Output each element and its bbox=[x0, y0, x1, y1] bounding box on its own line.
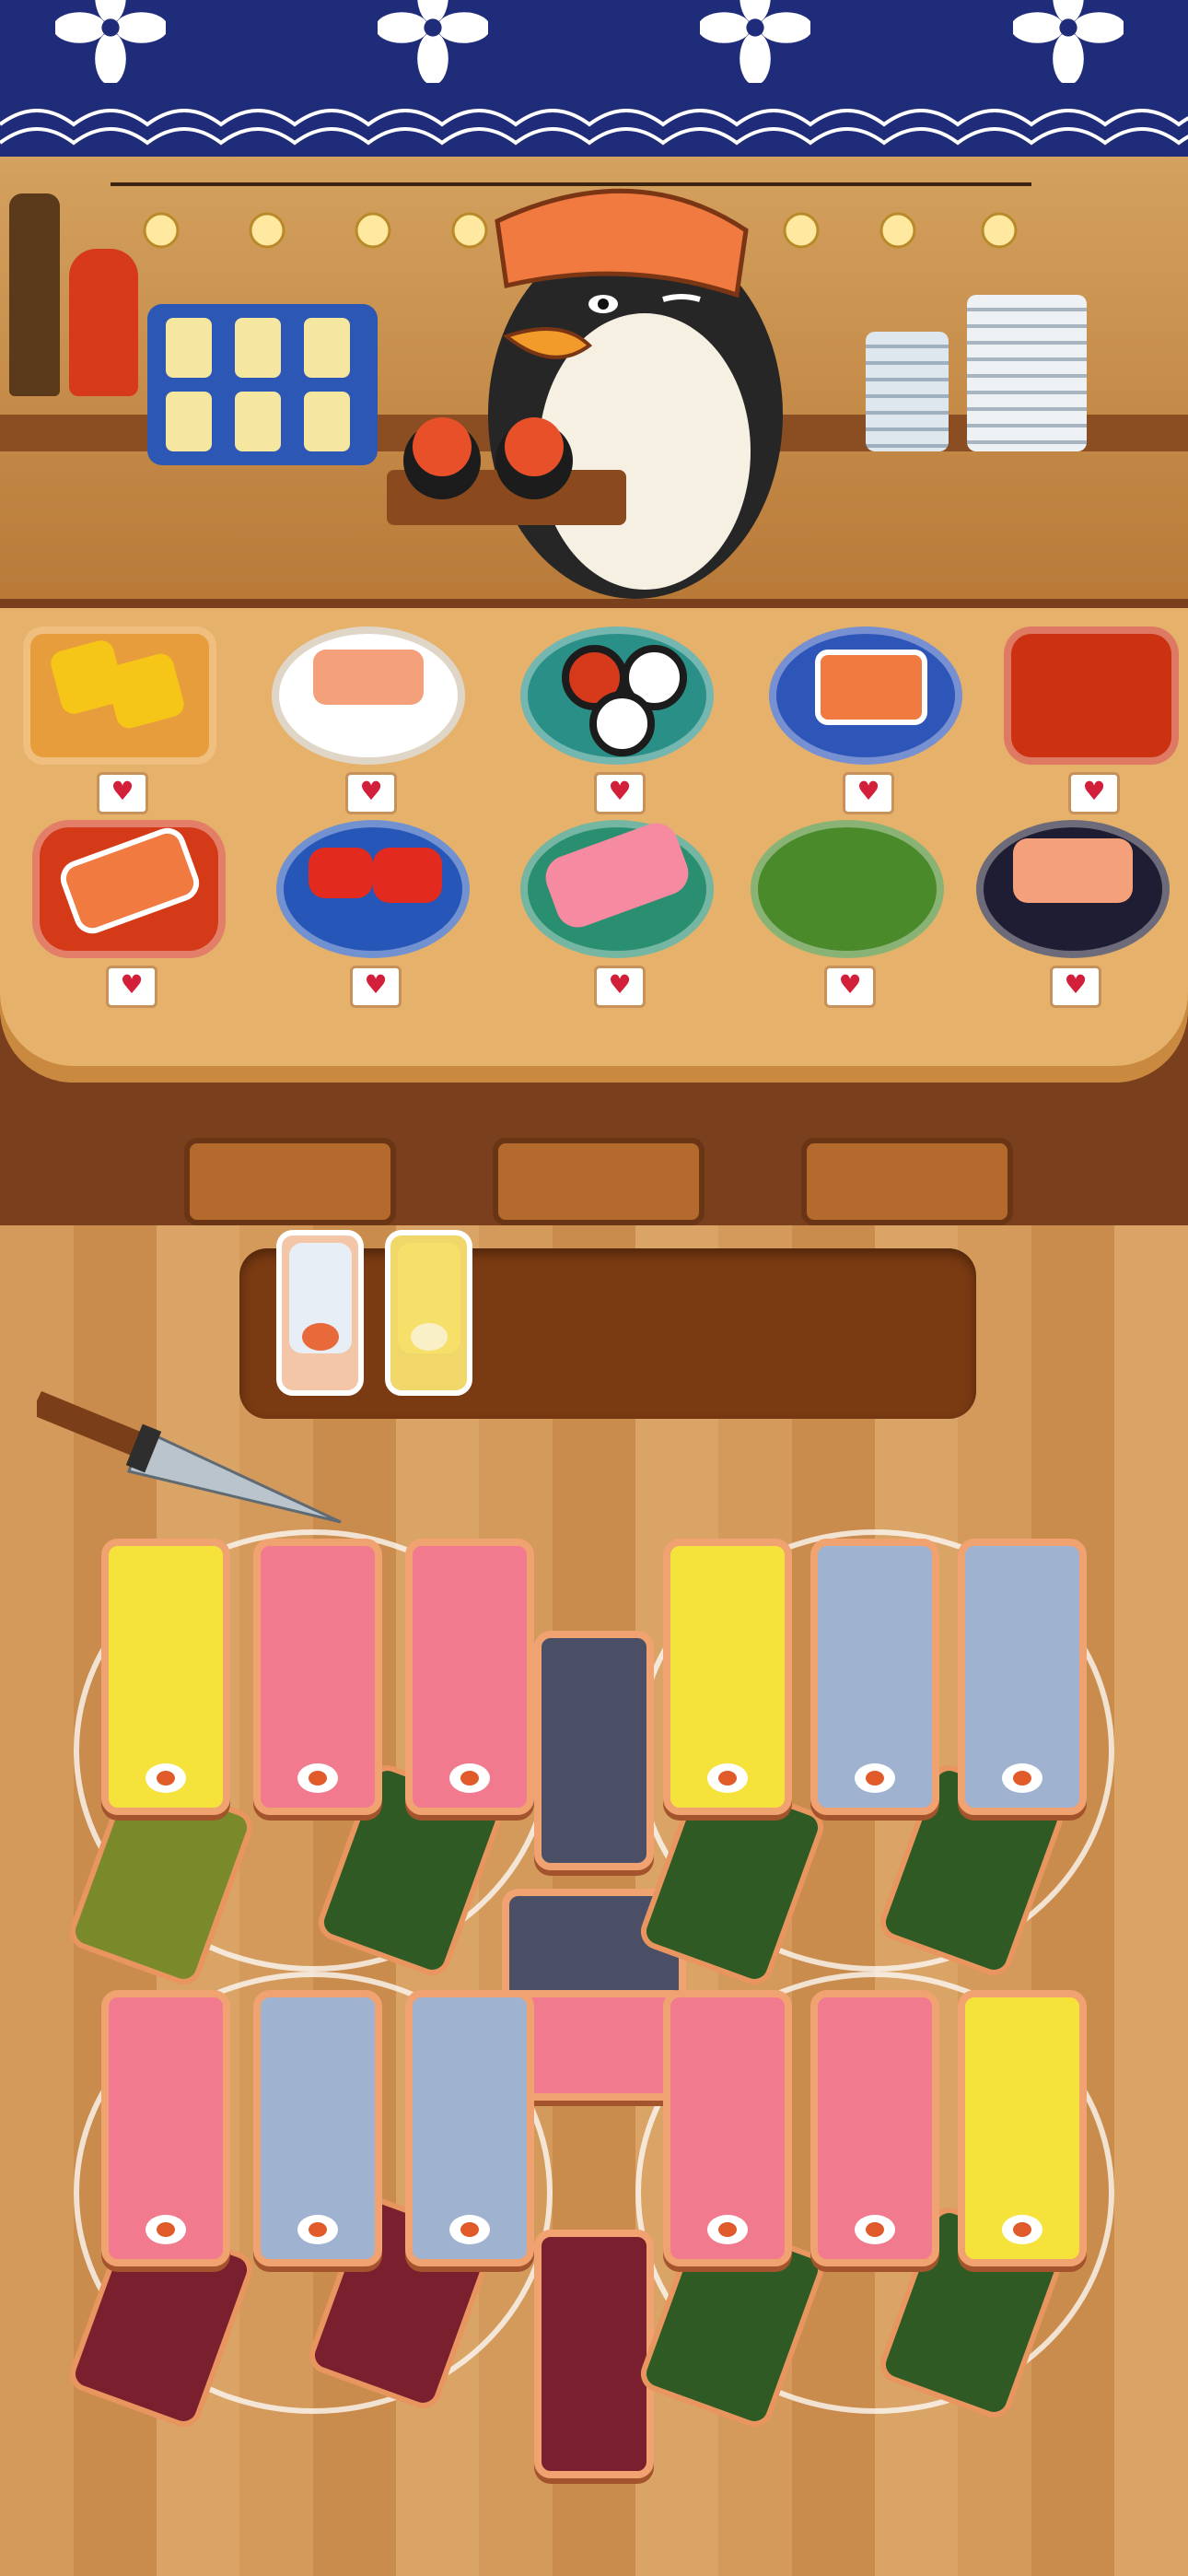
order-plate-empty-red[interactable]: ♥ bbox=[995, 626, 1188, 838]
heart-icon: ♥ bbox=[824, 966, 876, 1008]
heart-icon: ♥ bbox=[345, 772, 397, 814]
flower-icon bbox=[378, 0, 488, 83]
flower-icon bbox=[700, 0, 810, 83]
sushi-roll-silver[interactable] bbox=[253, 1990, 382, 2266]
sushi-roll-dark[interactable] bbox=[534, 1631, 654, 1870]
sushi-roll-tuna[interactable] bbox=[810, 1990, 939, 2266]
plate-stack bbox=[967, 295, 1087, 451]
plate-stack bbox=[866, 332, 949, 451]
order-plate-salmon[interactable]: ♥ bbox=[262, 626, 474, 838]
order-plate-tuna-roll[interactable]: ♥ bbox=[511, 816, 723, 1032]
sushi-roll-tuna[interactable] bbox=[253, 1539, 382, 1815]
sushi-roll-silver[interactable] bbox=[810, 1539, 939, 1815]
heart-icon: ♥ bbox=[1068, 772, 1120, 814]
sauce-bottle-icon bbox=[69, 249, 138, 396]
heart-icon: ♥ bbox=[1050, 966, 1101, 1008]
sushi-roll-silver[interactable] bbox=[405, 1990, 534, 2266]
tray-slot-tamago-roll[interactable] bbox=[385, 1230, 472, 1396]
order-plate-ikura-maki[interactable]: ♥ bbox=[511, 626, 723, 838]
flower-icon bbox=[55, 0, 166, 83]
sushi-roll-maroon[interactable] bbox=[534, 2230, 654, 2478]
flower-icon bbox=[1013, 0, 1124, 83]
wave-pattern bbox=[0, 109, 1188, 146]
counter-drawer bbox=[493, 1138, 705, 1225]
counter-drawer bbox=[184, 1138, 396, 1225]
heart-icon: ♥ bbox=[843, 772, 894, 814]
sushi-roll-tuna[interactable] bbox=[405, 1539, 534, 1815]
counter-drawer bbox=[801, 1138, 1013, 1225]
sushi-roll-tuna[interactable] bbox=[663, 1990, 792, 2266]
tamago-tray bbox=[147, 304, 378, 465]
order-plate-salmon-roll[interactable]: ♥ bbox=[760, 626, 972, 838]
order-plate-empty-green[interactable]: ♥ bbox=[741, 820, 953, 1032]
sushi-shop-background bbox=[0, 157, 1188, 599]
sushi-roll-tamago[interactable] bbox=[663, 1539, 792, 1815]
knife-icon bbox=[37, 1391, 342, 1524]
sushi-roll-silver[interactable] bbox=[958, 1539, 1087, 1815]
heart-icon: ♥ bbox=[106, 966, 157, 1008]
heart-icon: ♥ bbox=[594, 966, 646, 1008]
heart-icon: ♥ bbox=[97, 772, 148, 814]
order-plate-salmon-nigiri[interactable]: ♥ bbox=[23, 820, 235, 1032]
noren-banner bbox=[0, 0, 1188, 157]
penguin-chef-character bbox=[387, 188, 783, 599]
order-plate-salmon-bowl[interactable]: ♥ bbox=[967, 820, 1179, 1032]
sushi-roll-tamago[interactable] bbox=[101, 1539, 230, 1815]
sushi-roll-tuna[interactable] bbox=[101, 1990, 230, 2266]
heart-icon: ♥ bbox=[350, 966, 402, 1008]
order-plate-tamago[interactable]: ♥ bbox=[14, 626, 226, 838]
sushi-roll-tamago[interactable] bbox=[958, 1990, 1087, 2266]
heart-icon: ♥ bbox=[594, 772, 646, 814]
order-plate-tuna-nigiri[interactable]: ♥ bbox=[267, 820, 479, 1032]
sake-bottle-icon bbox=[9, 193, 60, 396]
